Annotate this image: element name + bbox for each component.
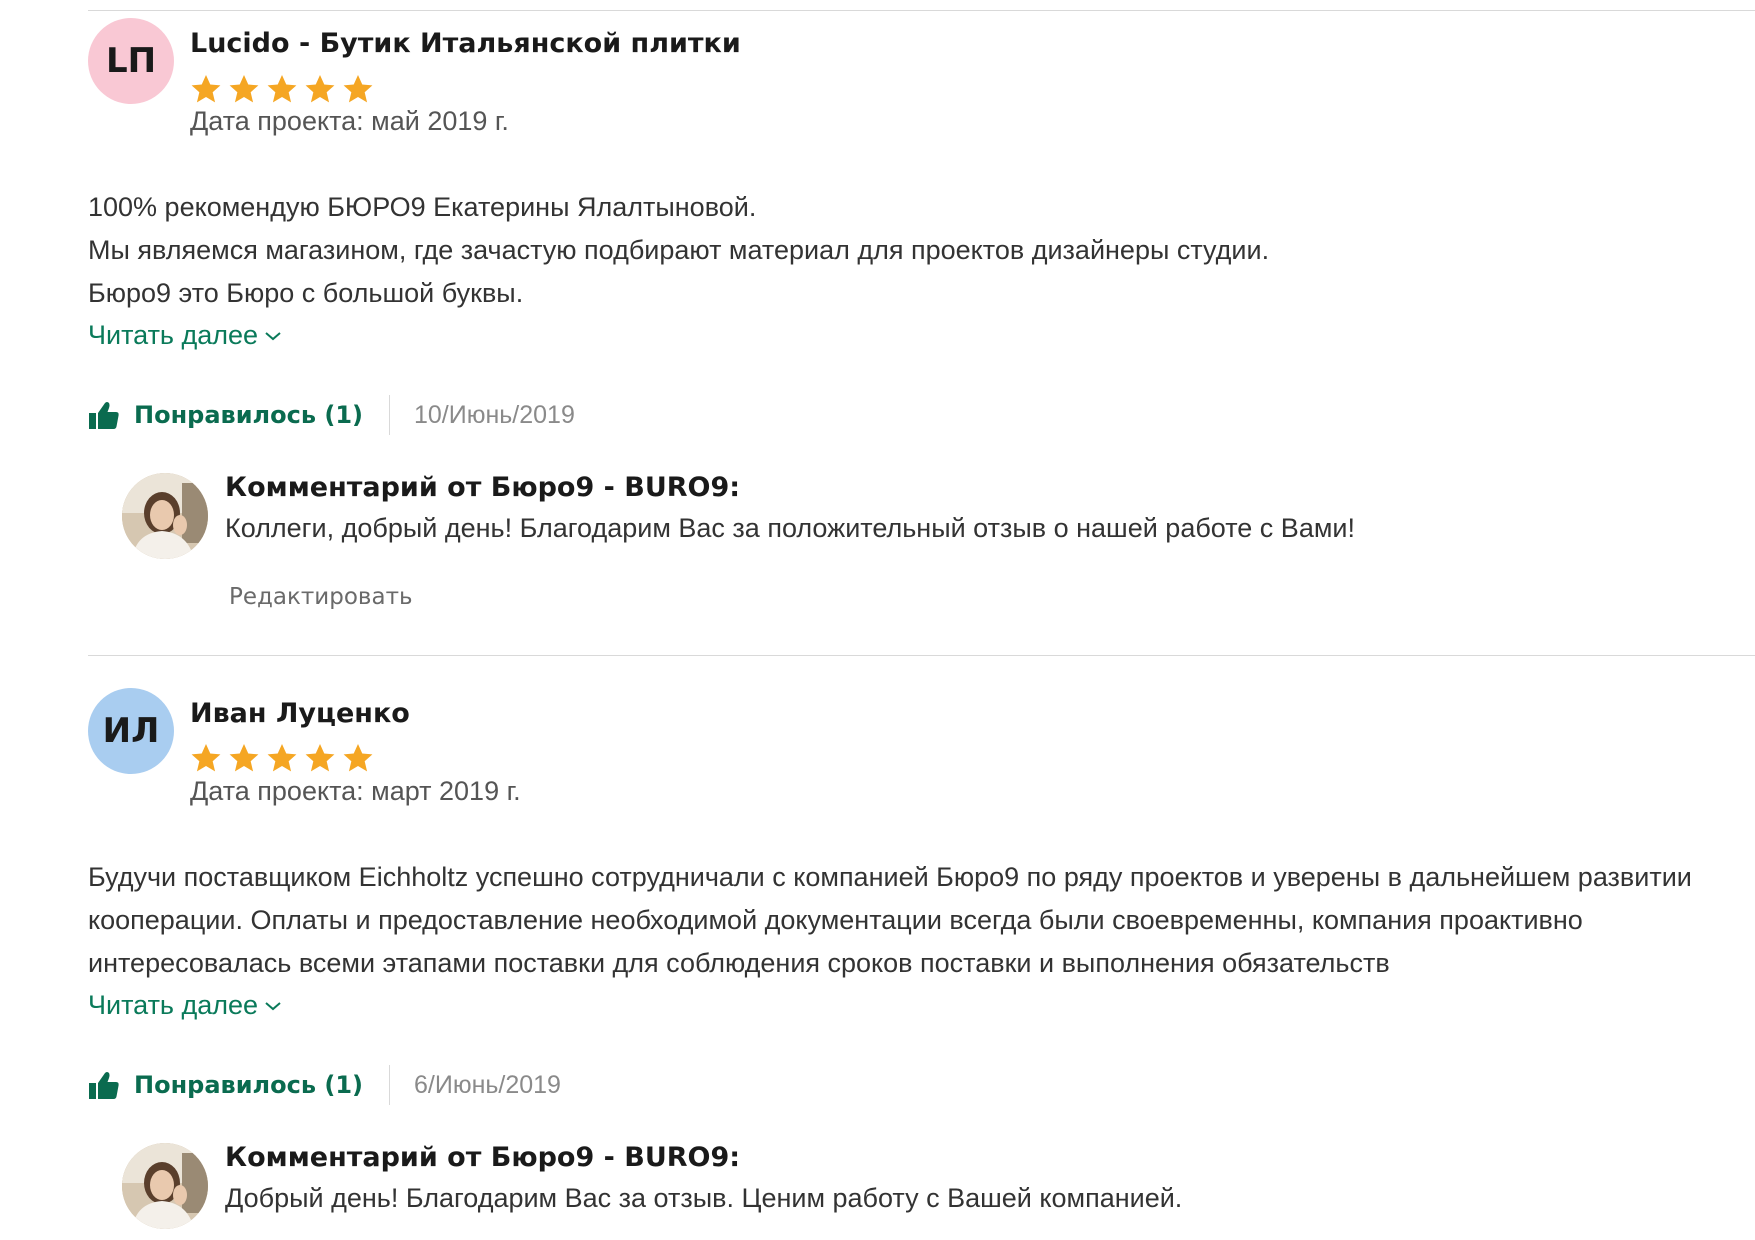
read-more-label: Читать далее: [88, 320, 259, 350]
review-text-line: 100% рекомендую БЮРО9 Екатерины Ялалтыно…: [88, 192, 757, 222]
company-comment-title: Комментарий от Бюро9 - BURO9:: [225, 1142, 741, 1173]
read-more-label: Читать далее: [88, 990, 259, 1020]
rating-stars: [190, 742, 374, 774]
top-divider: [88, 10, 1755, 11]
action-separator: [389, 395, 390, 435]
read-more-link[interactable]: Читать далее: [88, 320, 282, 351]
star-icon: [343, 75, 373, 103]
star-icon: [229, 75, 259, 103]
like-label: Понравилось (1): [134, 1071, 363, 1099]
chevron-down-icon: [265, 1001, 281, 1010]
like-label: Понравилось (1): [134, 401, 363, 429]
review-body: Будучи поставщиком Eichholtz успешно сот…: [88, 856, 1728, 985]
star-icon: [191, 744, 221, 772]
review-body: 100% рекомендую БЮРО9 Екатерины Ялалтыно…: [88, 186, 1728, 315]
avatar: LП: [88, 18, 174, 104]
star-icon: [343, 744, 373, 772]
avatar-initials: ИЛ: [102, 711, 160, 751]
star-icon: [305, 75, 335, 103]
company-comment-text: Коллеги, добрый день! Благодарим Вас за …: [225, 513, 1355, 543]
star-icon: [191, 75, 221, 103]
company-avatar: [122, 1143, 208, 1229]
review-text-line: Мы являемся магазином, где зачастую подб…: [88, 235, 1270, 265]
star-icon: [267, 75, 297, 103]
review-author[interactable]: Lucido - Бутик Итальянской плитки: [190, 28, 741, 59]
review-actions: Понравилось (1) 10/Июнь/2019: [88, 393, 575, 437]
company-avatar: [122, 473, 208, 559]
thumbs-up-icon: [89, 402, 119, 429]
review-date: 10/Июнь/2019: [414, 400, 575, 429]
action-separator: [389, 1065, 390, 1105]
edit-comment-link[interactable]: Редактировать: [229, 584, 413, 610]
chevron-down-icon: [265, 331, 281, 340]
company-comment-title: Комментарий от Бюро9 - BURO9:: [225, 472, 741, 503]
company-avatar-image: [122, 1143, 208, 1229]
review-divider: [88, 655, 1755, 656]
review-author[interactable]: Иван Луценко: [190, 698, 410, 729]
review-text: Будучи поставщиком Eichholtz успешно сот…: [88, 862, 1692, 978]
star-icon: [229, 744, 259, 772]
company-comment-text: Добрый день! Благодарим Вас за отзыв. Це…: [225, 1183, 1183, 1213]
review-date: 6/Июнь/2019: [414, 1070, 561, 1099]
review-text-line: Бюро9 это Бюро с большой буквы.: [88, 278, 524, 308]
star-icon: [267, 744, 297, 772]
star-icon: [305, 744, 335, 772]
project-date: Дата проекта: май 2019 г.: [190, 106, 509, 136]
avatar: ИЛ: [88, 688, 174, 774]
read-more-link[interactable]: Читать далее: [88, 990, 282, 1021]
like-button[interactable]: Понравилось (1): [88, 400, 363, 430]
company-avatar-image: [122, 473, 208, 559]
review-actions: Понравилось (1) 6/Июнь/2019: [88, 1063, 561, 1107]
like-button[interactable]: Понравилось (1): [88, 1070, 363, 1100]
project-date: Дата проекта: март 2019 г.: [190, 776, 521, 806]
rating-stars: [190, 73, 374, 105]
avatar-initials: LП: [105, 41, 157, 81]
thumbs-up-icon: [89, 1072, 119, 1099]
